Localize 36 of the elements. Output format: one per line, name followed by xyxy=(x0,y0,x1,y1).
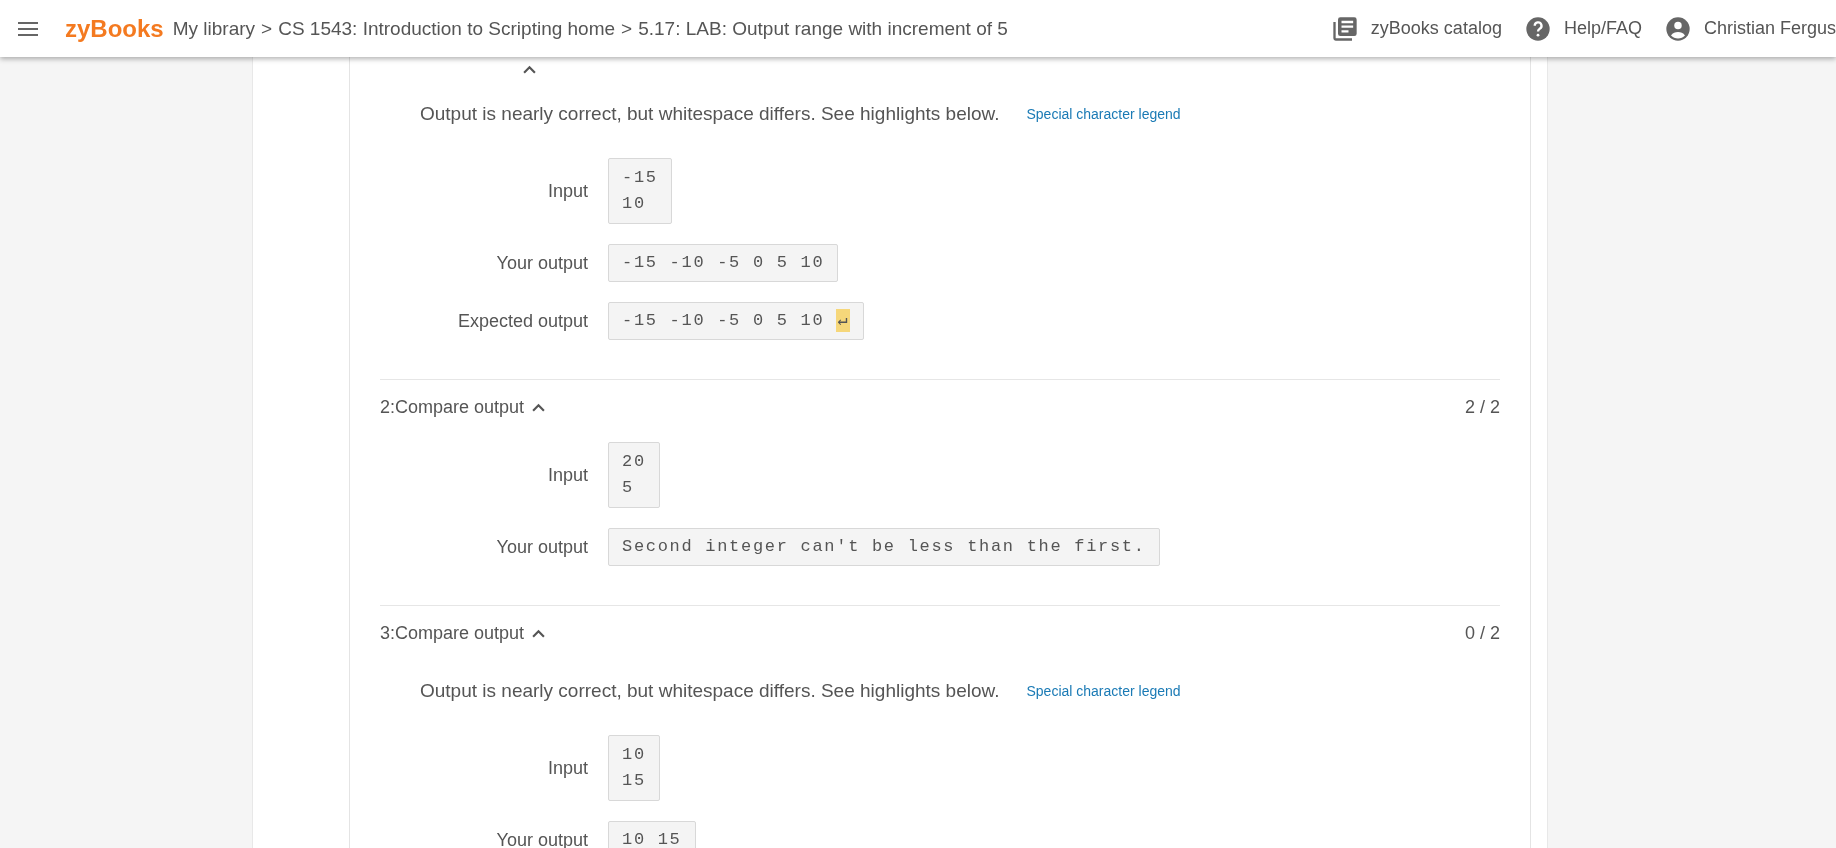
output-block: Second integer can't be less than the first. xyxy=(608,528,1160,566)
row-label: Input xyxy=(546,180,588,202)
legend-link[interactable]: Special character legend xyxy=(1026,683,1181,699)
top-bar-link[interactable]: Christian Fergus xyxy=(1703,18,1836,39)
chevron-up-icon[interactable] xyxy=(523,64,536,74)
row-label: Expected output xyxy=(456,310,588,332)
output-block: -15 -10 -5 0 5 10 ↵ xyxy=(608,302,865,340)
output-block: -15 -10 -5 0 5 10 xyxy=(608,244,839,282)
row-label: Input xyxy=(546,757,588,779)
breadcrumb-link[interactable]: CS 1543: Introduction to Scripting home xyxy=(278,17,616,40)
legend-link[interactable]: Special character legend xyxy=(1026,106,1181,122)
chevron-up-icon[interactable] xyxy=(532,402,546,412)
row-label: Input xyxy=(546,464,588,486)
book-stack-icon[interactable] xyxy=(1330,14,1359,43)
breadcrumb-separator: > xyxy=(261,17,273,40)
feedback-message: Output is nearly correct, but whitespace differs. See highlights below. xyxy=(420,680,1000,702)
top-bar-link[interactable]: Help/FAQ xyxy=(1563,18,1642,39)
test-case-toggle[interactable]: 3:Compare output xyxy=(380,622,525,644)
breadcrumb-link[interactable]: My library xyxy=(172,17,256,40)
input-block: 20 5 xyxy=(608,442,660,508)
row-label: Your output xyxy=(495,536,588,558)
breadcrumb-link[interactable]: 5.17: LAB: Output range with increment of 5 xyxy=(638,17,1008,40)
test-score: 0 / 2 xyxy=(1464,622,1500,644)
account-icon[interactable] xyxy=(1663,14,1692,43)
top-bar-link[interactable]: zyBooks catalog xyxy=(1370,18,1502,39)
help-icon[interactable] xyxy=(1523,14,1552,43)
breadcrumb-separator: > xyxy=(621,17,633,40)
menu-icon[interactable] xyxy=(18,21,38,36)
input-block: -15 10 xyxy=(608,158,672,224)
input-block: 10 15 xyxy=(608,735,660,801)
feedback-message: Output is nearly correct, but whitespace differs. See highlights below. xyxy=(420,103,1000,125)
test-case-toggle[interactable]: 2:Compare output xyxy=(380,396,525,418)
row-label: Your output xyxy=(495,252,588,274)
test-score: 2 / 2 xyxy=(1464,396,1500,418)
output-block: 10 15 xyxy=(608,821,696,848)
chevron-up-icon[interactable] xyxy=(532,628,546,638)
